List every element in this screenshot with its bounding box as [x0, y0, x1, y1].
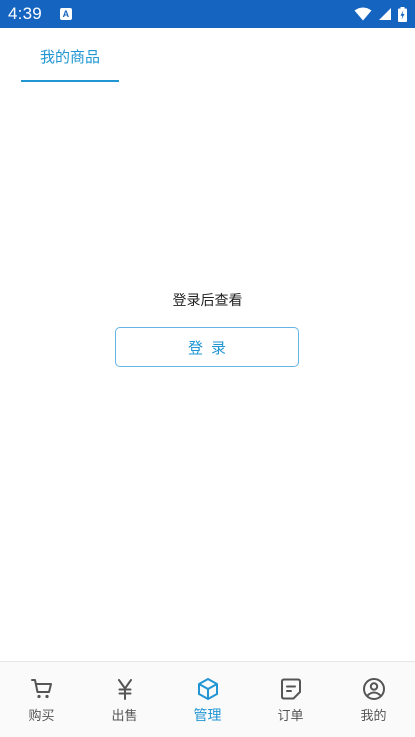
login-button[interactable]: 登录 — [115, 327, 299, 367]
nav-item-sell[interactable]: 出售 — [83, 662, 166, 737]
bottom-nav: 购买 出售 管理 订单 我的 — [0, 661, 415, 737]
status-icons — [354, 6, 407, 22]
cart-icon — [30, 679, 52, 699]
signal-icon — [379, 8, 391, 20]
screen: 4:39 A 我的商品 登录后查看 登录 购买 出售 管理 订单 我的 — [0, 0, 415, 737]
nav-label-sell: 出售 — [111, 709, 138, 724]
nav-label-manage: 管理 — [193, 708, 222, 724]
status-time: 4:39 — [8, 4, 42, 23]
nav-label-orders: 订单 — [277, 709, 304, 724]
wifi-icon — [354, 7, 372, 21]
profile-icon — [362, 678, 385, 700]
tab-my-products[interactable]: 我的商品 — [21, 28, 119, 84]
nav-label-mine: 我的 — [360, 709, 387, 724]
nav-item-manage[interactable]: 管理 — [166, 662, 249, 737]
box-icon — [197, 678, 218, 700]
tab-indicator — [21, 80, 119, 82]
nav-item-orders[interactable]: 订单 — [249, 662, 332, 737]
login-prompt: 登录后查看 — [172, 293, 243, 309]
status-bar: 4:39 A — [0, 0, 415, 28]
notification-icon: A — [59, 8, 72, 20]
yen-icon — [117, 679, 132, 700]
nav-item-buy[interactable]: 购买 — [0, 662, 83, 737]
nav-item-mine[interactable]: 我的 — [332, 662, 415, 737]
order-icon — [280, 678, 301, 700]
tab-bar: 我的商品 — [0, 28, 415, 84]
battery-icon — [398, 6, 407, 22]
nav-label-buy: 购买 — [28, 709, 55, 724]
